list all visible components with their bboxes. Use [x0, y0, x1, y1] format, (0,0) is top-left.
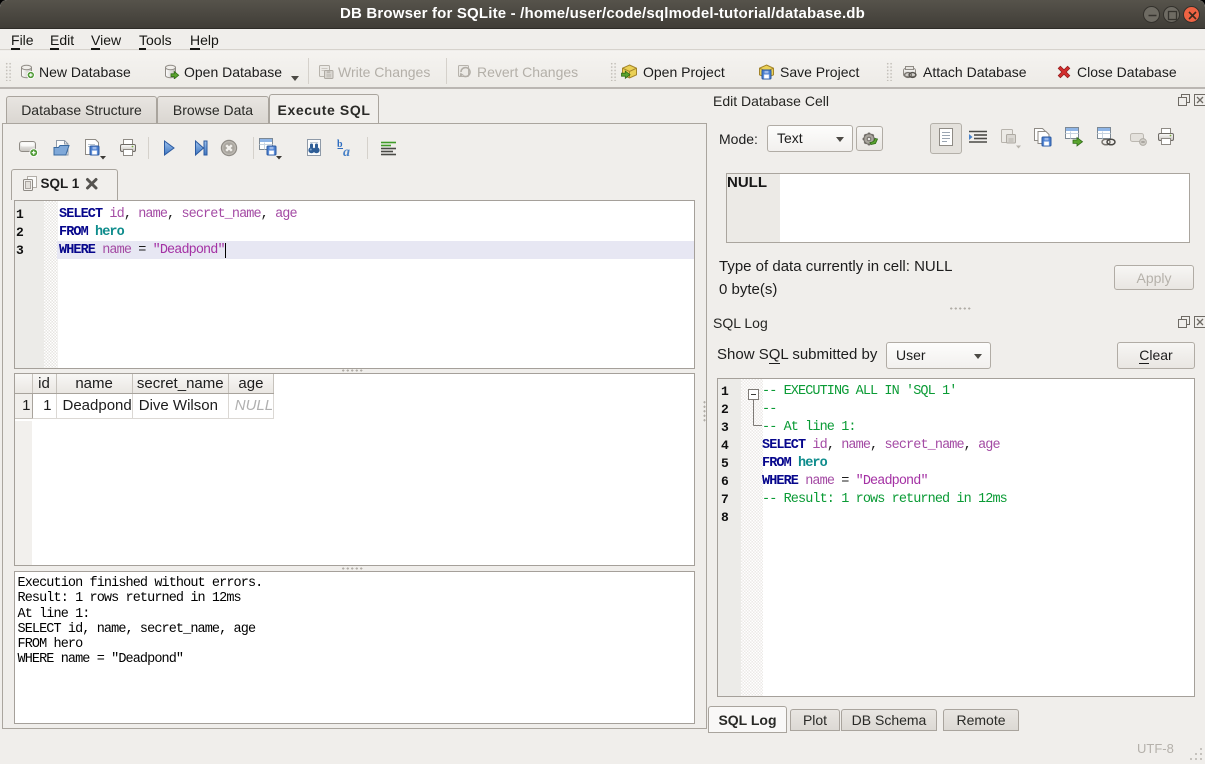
svg-text:a: a: [343, 145, 350, 158]
